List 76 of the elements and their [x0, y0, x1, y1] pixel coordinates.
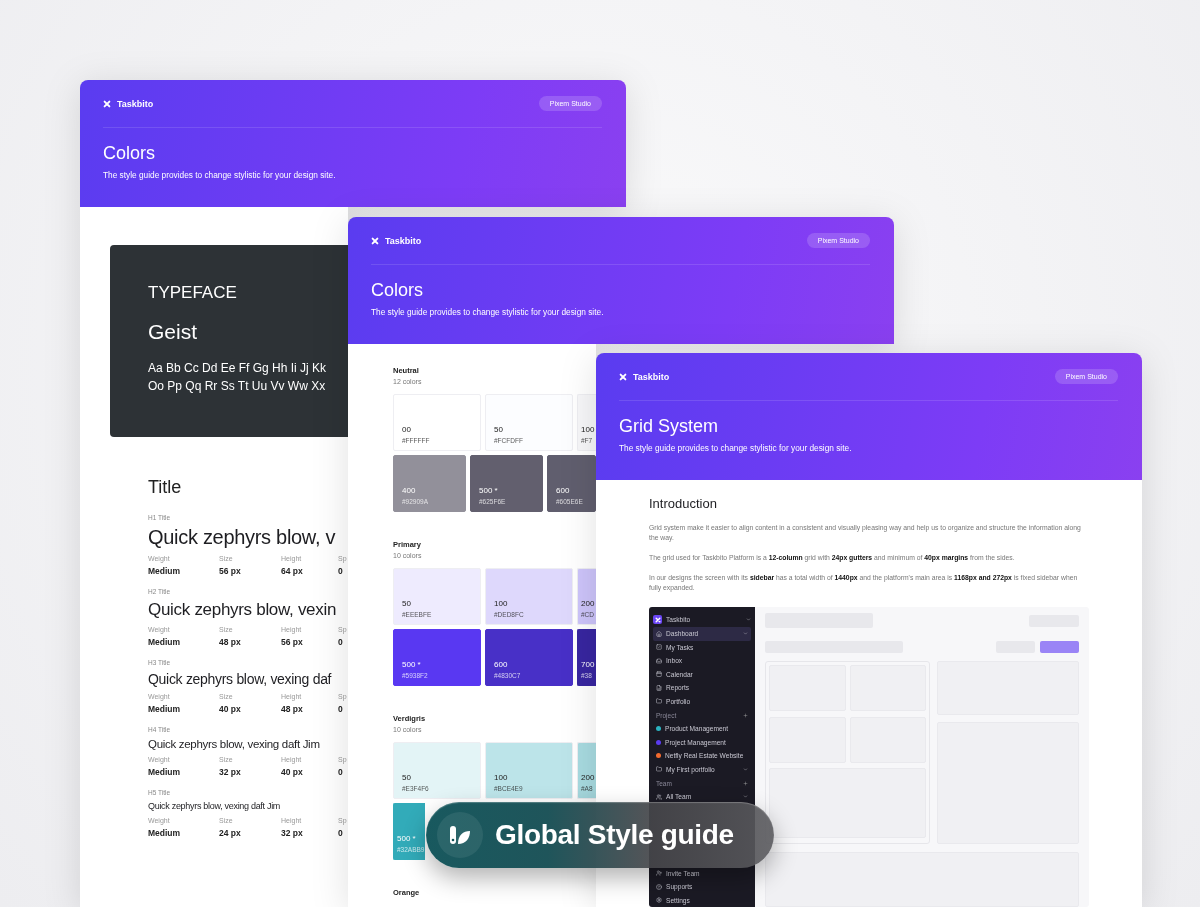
spec-value: 40 px	[219, 704, 242, 714]
swatch-label: 200	[581, 599, 596, 608]
nav-icon	[656, 883, 662, 890]
chevron-icon[interactable]	[746, 617, 751, 622]
title-badge: Global Style guide	[426, 802, 774, 868]
sample-text: Quick zephyrs blow, vexin	[148, 600, 338, 620]
swatch-label: 100	[581, 425, 596, 434]
page-title: Colors	[103, 143, 156, 164]
swatch-label: 00	[402, 425, 412, 434]
page-subtitle: The style guide provides to change stylistic for your design site.	[619, 443, 853, 453]
page-subtitle: The style guide provides to change stylistic for your design site.	[103, 170, 337, 180]
spec-value: Medium	[148, 828, 182, 838]
section-title: Introduction	[649, 496, 718, 511]
nav-icon	[656, 766, 662, 773]
leaf-logo-icon	[437, 812, 483, 858]
swatch-label: 500 *	[402, 660, 422, 669]
plus-icon[interactable]	[743, 780, 748, 786]
spec-value: 56 px	[219, 566, 242, 576]
swatch-label: 500 *	[397, 834, 417, 843]
spec-value: 0	[338, 566, 344, 576]
spec-value: 0	[338, 828, 344, 838]
logo-icon	[619, 372, 627, 381]
spec-value: 64 px	[281, 566, 304, 576]
brand-name: Taskbito	[385, 235, 422, 246]
sample-text: Quick zephyrs blow, v	[148, 526, 337, 549]
spec-value: 40 px	[281, 767, 304, 777]
spec-value: 0	[338, 637, 344, 647]
brand-name: Taskbito	[117, 98, 154, 109]
typeface-name: Geist	[148, 320, 198, 344]
spec-value: Medium	[148, 704, 182, 714]
page-subtitle: The style guide provides to change stylistic for your design site.	[371, 307, 605, 317]
logo-icon	[653, 615, 662, 624]
spec-value: 32 px	[281, 828, 304, 838]
spec-value: 24 px	[219, 828, 242, 838]
nav-icon	[656, 657, 662, 664]
nav-icon	[656, 684, 662, 691]
swatch-label: 600	[494, 660, 509, 669]
spec-value: 0	[338, 704, 344, 714]
alphabet-line: Aa Bb Cc Dd Ee Ff Gg Hh Ii Jj Kk	[148, 360, 328, 377]
spec-value: Medium	[148, 566, 182, 576]
swatch-label: 600	[556, 486, 571, 495]
swatch-label: 400	[402, 486, 417, 495]
swatch-label: 100	[494, 773, 509, 782]
swatch-label: 50	[402, 599, 412, 608]
nav-icon	[656, 671, 662, 678]
nav-icon	[656, 897, 662, 904]
swatch-label: 700	[581, 660, 596, 669]
spec-value: 56 px	[281, 637, 304, 647]
alphabet-line: Oo Pp Qq Rr Ss Tt Uu Vv Ww Xx	[148, 378, 327, 395]
section-title: Title	[148, 477, 183, 498]
spec-value: Medium	[148, 637, 182, 647]
nav-icon	[656, 793, 662, 800]
sample-text: Quick zephyrs blow, vexing daft Jim	[148, 738, 321, 750]
swatch-label: 50	[494, 425, 504, 434]
plus-icon[interactable]	[743, 712, 748, 718]
nav-icon	[656, 644, 662, 651]
nav-icon	[656, 630, 662, 637]
brand-name: Taskbito	[633, 371, 670, 382]
sample-text: Quick zephyrs blow, vexing daft Jim	[148, 801, 282, 811]
typeface-label: TYPEFACE	[148, 283, 238, 303]
sample-text: Quick zephyrs blow, vexing daf	[148, 671, 333, 687]
page-title: Grid System	[619, 416, 720, 437]
swatch-label: 500 *	[479, 486, 499, 495]
swatch-label: 200	[581, 773, 596, 782]
swatch-label: 50	[402, 773, 412, 782]
swatch-label: 100	[494, 599, 509, 608]
spec-value: 48 px	[281, 704, 304, 714]
logo-icon	[371, 236, 379, 245]
spec-value: Medium	[148, 767, 182, 777]
nav-icon	[656, 870, 662, 877]
page-title: Colors	[371, 280, 424, 301]
spec-value: 0	[338, 767, 344, 777]
spec-value: 32 px	[219, 767, 242, 777]
logo-icon	[103, 99, 111, 108]
nav-icon	[656, 698, 662, 705]
spec-value: 48 px	[219, 637, 242, 647]
